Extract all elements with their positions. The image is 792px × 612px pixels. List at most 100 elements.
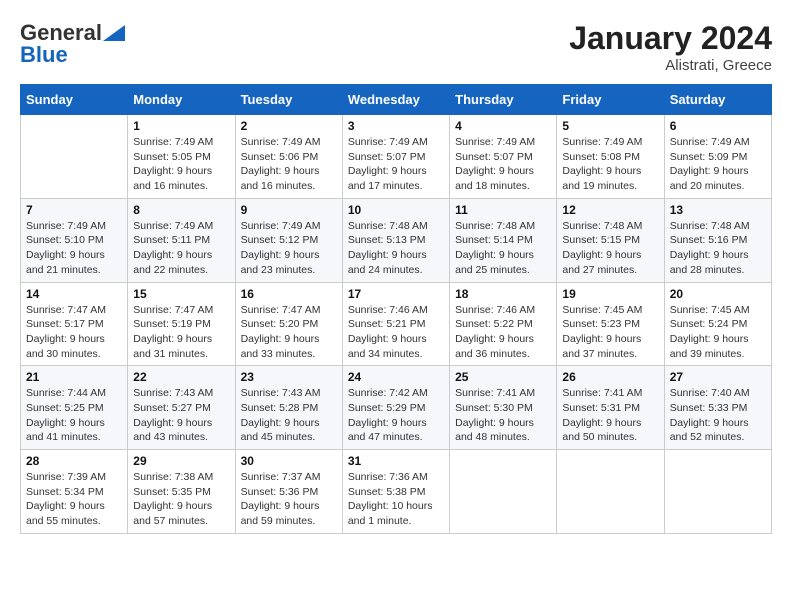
title-block: January 2024 Alistrati, Greece [569,20,772,74]
sunset-text: Sunset: 5:25 PM [26,401,122,416]
sunset-text: Sunset: 5:27 PM [133,401,229,416]
daylight-text: Daylight: 9 hours and 20 minutes. [670,164,766,193]
calendar-week-4: 21Sunrise: 7:44 AMSunset: 5:25 PMDayligh… [21,366,772,450]
daylight-text: Daylight: 9 hours and 25 minutes. [455,248,551,277]
sunset-text: Sunset: 5:16 PM [670,233,766,248]
sunset-text: Sunset: 5:06 PM [241,150,337,165]
calendar-cell: 4Sunrise: 7:49 AMSunset: 5:07 PMDaylight… [450,115,557,199]
day-info: Sunrise: 7:49 AMSunset: 5:10 PMDaylight:… [26,219,122,278]
weekday-header-tuesday: Tuesday [235,85,342,115]
sunset-text: Sunset: 5:08 PM [562,150,658,165]
sunrise-text: Sunrise: 7:49 AM [241,219,337,234]
day-info: Sunrise: 7:48 AMSunset: 5:14 PMDaylight:… [455,219,551,278]
day-info: Sunrise: 7:36 AMSunset: 5:38 PMDaylight:… [348,470,444,529]
daylight-text: Daylight: 9 hours and 59 minutes. [241,499,337,528]
day-info: Sunrise: 7:40 AMSunset: 5:33 PMDaylight:… [670,386,766,445]
weekday-header-thursday: Thursday [450,85,557,115]
sunrise-text: Sunrise: 7:46 AM [455,303,551,318]
calendar-cell: 13 Sunrise: 7:48 AMSunset: 5:16 PMDayligh… [664,198,771,282]
daylight-text: Daylight: 9 hours and 57 minutes. [133,499,229,528]
day-number: 16 [241,287,337,301]
calendar-cell: 30Sunrise: 7:37 AMSunset: 5:36 PMDayligh… [235,450,342,534]
day-number: 5 [562,119,658,133]
sunrise-text: Sunrise: 7:47 AM [241,303,337,318]
daylight-text: Daylight: 9 hours and 41 minutes. [26,416,122,445]
calendar-week-3: 14Sunrise: 7:47 AMSunset: 5:17 PMDayligh… [21,282,772,366]
day-number: 9 [241,203,337,217]
sunrise-text: Sunrise: 7:43 AM [241,386,337,401]
sunset-text: Sunset: 5:07 PM [455,150,551,165]
calendar-cell [557,450,664,534]
day-number: 29 [133,454,229,468]
daylight-text: Daylight: 9 hours and 21 minutes. [26,248,122,277]
calendar-cell: 31 Sunrise: 7:36 AMSunset: 5:38 PMDayligh… [342,450,449,534]
day-info: Sunrise: 7:49 AMSunset: 5:09 PMDaylight:… [670,135,766,194]
day-info: Sunrise: 7:48 AMSunset: 5:15 PMDaylight:… [562,219,658,278]
sunrise-text: Sunrise: 7:47 AM [26,303,122,318]
sunrise-text: Sunrise: 7:48 AM [562,219,658,234]
day-number: 11 [455,203,551,217]
daylight-text: Daylight: 9 hours and 30 minutes. [26,332,122,361]
daylight-text: Daylight: 9 hours and 17 minutes. [348,164,444,193]
sunrise-text: Sunrise: 7:49 AM [455,135,551,150]
day-info: Sunrise: 7:41 AMSunset: 5:30 PMDaylight:… [455,386,551,445]
day-number: 30 [241,454,337,468]
sunrise-text: Sunrise: 7:49 AM [670,135,766,150]
sunrise-text: Sunrise: 7:49 AM [348,135,444,150]
daylight-text: Daylight: 9 hours and 33 minutes. [241,332,337,361]
weekday-header-saturday: Saturday [664,85,771,115]
daylight-text: Daylight: 9 hours and 48 minutes. [455,416,551,445]
sunset-text: Sunset: 5:22 PM [455,317,551,332]
logo: General Blue [20,20,126,68]
sunrise-text: Sunrise: 7:46 AM [348,303,444,318]
daylight-text: Daylight: 9 hours and 43 minutes. [133,416,229,445]
day-number: 13 [670,203,766,217]
daylight-text: Daylight: 9 hours and 24 minutes. [348,248,444,277]
sunset-text: Sunset: 5:24 PM [670,317,766,332]
calendar-cell: 25 Sunrise: 7:41 AMSunset: 5:30 PMDayligh… [450,366,557,450]
calendar-cell: 27Sunrise: 7:40 AMSunset: 5:33 PMDayligh… [664,366,771,450]
calendar-cell: 17Sunrise: 7:46 AMSunset: 5:21 PMDayligh… [342,282,449,366]
day-info: Sunrise: 7:46 AMSunset: 5:22 PMDaylight:… [455,303,551,362]
day-info: Sunrise: 7:49 AMSunset: 5:06 PMDaylight:… [241,135,337,194]
calendar-cell: 16Sunrise: 7:47 AMSunset: 5:20 PMDayligh… [235,282,342,366]
calendar-cell: 14Sunrise: 7:47 AMSunset: 5:17 PMDayligh… [21,282,128,366]
sunrise-text: Sunrise: 7:49 AM [26,219,122,234]
day-number: 4 [455,119,551,133]
day-info: Sunrise: 7:45 AMSunset: 5:23 PMDaylight:… [562,303,658,362]
sunrise-text: Sunrise: 7:43 AM [133,386,229,401]
daylight-text: Daylight: 9 hours and 16 minutes. [133,164,229,193]
day-number: 23 [241,370,337,384]
day-number: 12 [562,203,658,217]
day-info: Sunrise: 7:49 AMSunset: 5:08 PMDaylight:… [562,135,658,194]
sunrise-text: Sunrise: 7:40 AM [670,386,766,401]
day-info: Sunrise: 7:48 AMSunset: 5:16 PMDaylight:… [670,219,766,278]
sunset-text: Sunset: 5:13 PM [348,233,444,248]
day-number: 31 [348,454,444,468]
day-info: Sunrise: 7:49 AMSunset: 5:05 PMDaylight:… [133,135,229,194]
calendar-cell [664,450,771,534]
daylight-text: Daylight: 9 hours and 45 minutes. [241,416,337,445]
day-number: 25 [455,370,551,384]
day-number: 24 [348,370,444,384]
day-number: 6 [670,119,766,133]
sunset-text: Sunset: 5:07 PM [348,150,444,165]
day-info: Sunrise: 7:49 AMSunset: 5:11 PMDaylight:… [133,219,229,278]
day-info: Sunrise: 7:49 AMSunset: 5:07 PMDaylight:… [348,135,444,194]
sunset-text: Sunset: 5:14 PM [455,233,551,248]
calendar-cell: 10Sunrise: 7:48 AMSunset: 5:13 PMDayligh… [342,198,449,282]
sunset-text: Sunset: 5:10 PM [26,233,122,248]
day-number: 19 [562,287,658,301]
daylight-text: Daylight: 9 hours and 39 minutes. [670,332,766,361]
day-number: 26 [562,370,658,384]
sunrise-text: Sunrise: 7:41 AM [455,386,551,401]
sunrise-text: Sunrise: 7:39 AM [26,470,122,485]
sunrise-text: Sunrise: 7:38 AM [133,470,229,485]
sunrise-text: Sunrise: 7:48 AM [670,219,766,234]
day-number: 22 [133,370,229,384]
day-info: Sunrise: 7:44 AMSunset: 5:25 PMDaylight:… [26,386,122,445]
calendar-cell: 1Sunrise: 7:49 AMSunset: 5:05 PMDaylight… [128,115,235,199]
sunrise-text: Sunrise: 7:44 AM [26,386,122,401]
sunset-text: Sunset: 5:36 PM [241,485,337,500]
logo-icon [103,25,125,41]
